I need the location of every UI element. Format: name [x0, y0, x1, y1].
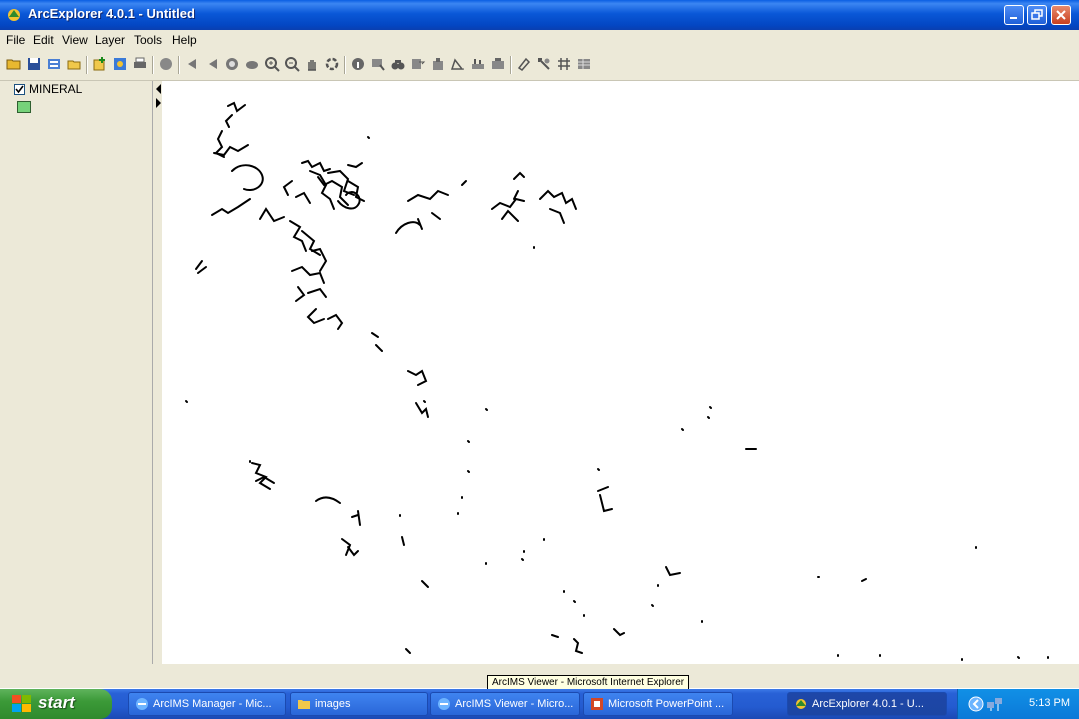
pan-icon[interactable]: [304, 56, 320, 72]
folder-icon[interactable]: [66, 56, 82, 72]
menu-view[interactable]: View: [62, 33, 88, 47]
internet-explorer-icon: [438, 698, 450, 710]
toolbar-separator: [344, 56, 345, 74]
catalog-icon[interactable]: [112, 56, 128, 72]
toolbar-separator: [510, 56, 511, 74]
menu-file[interactable]: File: [6, 33, 25, 47]
refresh-icon[interactable]: [324, 56, 340, 72]
forward-icon[interactable]: [204, 56, 220, 72]
restore-icon: [1031, 9, 1043, 20]
menu-tools[interactable]: Tools: [134, 33, 162, 47]
toolbar-separator: [86, 56, 87, 74]
window-title: ArcExplorer 4.0.1 - Untitled: [28, 6, 195, 21]
taskbar-button-label: ArcExplorer 4.0.1 - U...: [812, 698, 924, 710]
menu-edit[interactable]: Edit: [33, 33, 54, 47]
taskbar-button-arcexplorer[interactable]: ArcExplorer 4.0.1 - U...: [787, 692, 947, 716]
open-icon[interactable]: [6, 56, 22, 72]
folder-icon: [298, 700, 310, 709]
menu-layer[interactable]: Layer: [95, 33, 125, 47]
grid-icon[interactable]: [556, 56, 572, 72]
start-label: start: [38, 693, 75, 712]
extent-icon[interactable]: [244, 56, 260, 72]
taskbar-button-images[interactable]: images: [290, 692, 428, 716]
zoom-in-icon[interactable]: [264, 56, 280, 72]
buffer-icon[interactable]: [450, 56, 466, 72]
select-icon[interactable]: [370, 56, 386, 72]
map-view[interactable]: [162, 81, 1079, 691]
taskbar-button-label: images: [315, 698, 351, 710]
back-icon[interactable]: [184, 56, 200, 72]
measure-icon[interactable]: [410, 56, 426, 72]
add-data-icon[interactable]: [92, 56, 108, 72]
taskbar-button-label: Microsoft PowerPoint ...: [608, 698, 725, 710]
eraser-icon[interactable]: [516, 56, 532, 72]
taskbar-button-powerpoint[interactable]: Microsoft PowerPoint ...: [583, 692, 733, 716]
toolbar-separator: [152, 56, 153, 74]
attribute-icon[interactable]: [470, 56, 486, 72]
globe-icon[interactable]: [158, 56, 174, 72]
mineral-layer-features: [185, 101, 1049, 691]
title-bar: ArcExplorer 4.0.1 - Untitled: [0, 0, 1079, 30]
find-icon[interactable]: [390, 56, 406, 72]
taskbar-button-arcims-viewer[interactable]: ArcIMS Viewer - Micro...: [430, 692, 580, 716]
save-icon[interactable]: [26, 56, 42, 72]
system-tray: 5:13 PM: [957, 689, 1079, 719]
legend-splitter[interactable]: [153, 81, 162, 664]
full-extent-icon[interactable]: [224, 56, 240, 72]
toolbar: [0, 50, 1079, 81]
close-button[interactable]: [1051, 5, 1071, 25]
taskbar-button-label: ArcIMS Manager - Mic...: [153, 698, 272, 710]
network-icon[interactable]: [986, 696, 1004, 712]
properties-icon[interactable]: [490, 56, 506, 72]
minimize-button[interactable]: [1004, 5, 1024, 25]
label-icon[interactable]: [536, 56, 552, 72]
close-icon: [1056, 10, 1066, 20]
taskbar-button-arcims-manager[interactable]: ArcIMS Manager - Mic...: [128, 692, 286, 716]
print-icon[interactable]: [132, 56, 148, 72]
taskbar-button-label: ArcIMS Viewer - Micro...: [455, 698, 574, 710]
menu-help[interactable]: Help: [172, 33, 197, 47]
windows-taskbar: start ArcIMS Manager - Mic... images Arc…: [0, 689, 1079, 719]
show-hidden-icons-icon[interactable]: [968, 696, 984, 712]
internet-explorer-icon: [136, 698, 148, 710]
layer-name[interactable]: MINERAL: [29, 82, 82, 96]
layer-symbol-swatch[interactable]: [17, 101, 31, 113]
identify-icon[interactable]: [350, 56, 366, 72]
zoom-out-icon[interactable]: [284, 56, 300, 72]
table-icon[interactable]: [576, 56, 592, 72]
arcexplorer-icon: [796, 699, 806, 709]
add-layer-icon[interactable]: [46, 56, 62, 72]
windows-logo-icon: [12, 695, 31, 712]
legend-panel: [0, 81, 153, 664]
checkmark-icon: [15, 85, 24, 94]
query-icon[interactable]: [430, 56, 446, 72]
powerpoint-icon: [591, 698, 603, 710]
minimize-icon: [1010, 17, 1017, 19]
restore-button[interactable]: [1027, 5, 1047, 25]
menu-bar: File Edit View Layer Tools Help: [0, 30, 1079, 50]
taskbar-clock: 5:13 PM: [1029, 697, 1070, 709]
layer-visibility-checkbox[interactable]: [14, 84, 25, 95]
start-button[interactable]: start: [0, 689, 112, 719]
toolbar-separator: [178, 56, 179, 74]
arcexplorer-icon: [8, 9, 20, 21]
